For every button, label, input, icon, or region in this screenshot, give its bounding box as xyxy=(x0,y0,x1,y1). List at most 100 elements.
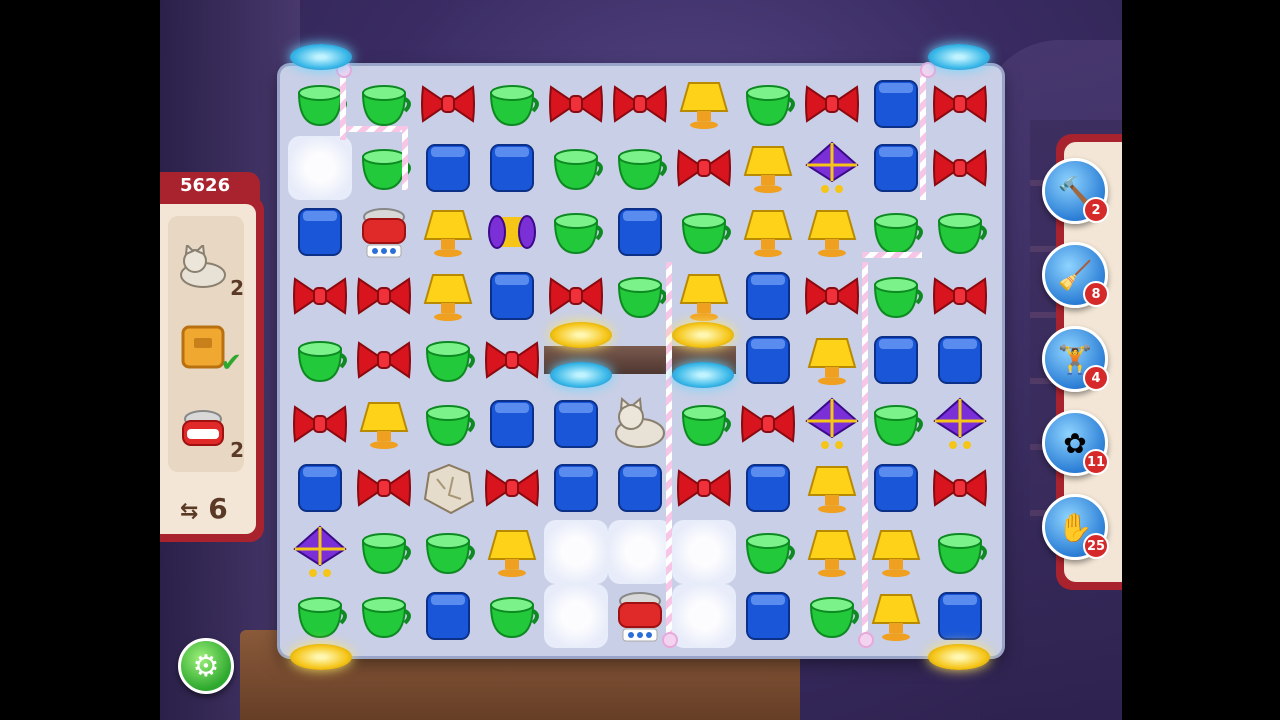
red-bow-tile[interactable] xyxy=(288,264,352,328)
yellow-lamp-tile[interactable] xyxy=(800,200,864,264)
red-bow-tile[interactable] xyxy=(800,264,864,328)
yellow-lamp-tile[interactable] xyxy=(800,328,864,392)
red-bow-tile[interactable] xyxy=(928,456,992,520)
green-cup-tile[interactable] xyxy=(480,72,544,136)
green-cup-tile[interactable] xyxy=(672,392,736,456)
spawn-portal xyxy=(290,44,352,70)
green-cup-tile[interactable] xyxy=(608,264,672,328)
green-cup-tile[interactable] xyxy=(800,584,864,648)
yellow-lamp-tile[interactable] xyxy=(672,72,736,136)
blue-book-tile[interactable] xyxy=(864,72,928,136)
glove-booster-button[interactable]: ✋ 25 xyxy=(1042,494,1109,560)
goal-cooking-pot: 2 xyxy=(170,396,244,462)
green-cup-tile[interactable] xyxy=(480,584,544,648)
green-cup-tile[interactable] xyxy=(288,584,352,648)
red-bow-tile[interactable] xyxy=(352,264,416,328)
red-bow-tile[interactable] xyxy=(480,328,544,392)
green-cup-tile[interactable] xyxy=(544,136,608,200)
green-cup-tile[interactable] xyxy=(864,392,928,456)
conveyor-rail xyxy=(862,262,868,636)
green-cup-tile[interactable] xyxy=(352,584,416,648)
blue-book-tile[interactable] xyxy=(864,136,928,200)
fog-tile xyxy=(672,520,736,584)
yellow-lamp-tile[interactable] xyxy=(480,520,544,584)
blue-book-tile[interactable] xyxy=(608,200,672,264)
exit-portal xyxy=(550,322,612,348)
blue-book-tile[interactable] xyxy=(480,392,544,456)
red-bow-tile[interactable] xyxy=(928,264,992,328)
conveyor-rail xyxy=(666,262,672,636)
red-bow-tile[interactable] xyxy=(352,456,416,520)
settings-button[interactable]: ⚙ xyxy=(178,638,234,694)
broom-booster-button[interactable]: 🧹 8 xyxy=(1042,242,1109,308)
red-bow-tile[interactable] xyxy=(544,264,608,328)
cooking-pot-tile[interactable] xyxy=(352,200,416,264)
red-bow-tile[interactable] xyxy=(544,72,608,136)
yellow-lamp-tile[interactable] xyxy=(352,392,416,456)
blue-book-tile[interactable] xyxy=(736,264,800,328)
red-bow-tile[interactable] xyxy=(288,392,352,456)
green-cup-tile[interactable] xyxy=(928,520,992,584)
blue-book-tile[interactable] xyxy=(288,200,352,264)
green-cup-tile[interactable] xyxy=(672,200,736,264)
yellow-lamp-tile[interactable] xyxy=(800,520,864,584)
green-cup-tile[interactable] xyxy=(608,136,672,200)
green-cup-tile[interactable] xyxy=(288,328,352,392)
green-cup-tile[interactable] xyxy=(416,520,480,584)
kettlebell-booster-button[interactable]: 🏋 4 xyxy=(1042,326,1109,392)
blue-book-tile[interactable] xyxy=(864,328,928,392)
blue-book-tile[interactable] xyxy=(608,456,672,520)
yellow-lamp-tile[interactable] xyxy=(416,200,480,264)
yellow-lamp-tile[interactable] xyxy=(672,264,736,328)
red-bow-tile[interactable] xyxy=(800,72,864,136)
blue-book-tile[interactable] xyxy=(544,392,608,456)
blue-book-tile[interactable] xyxy=(736,584,800,648)
red-bow-tile[interactable] xyxy=(928,72,992,136)
red-bow-tile[interactable] xyxy=(928,136,992,200)
green-cup-tile[interactable] xyxy=(864,264,928,328)
blue-book-tile[interactable] xyxy=(736,456,800,520)
yellow-lamp-tile[interactable] xyxy=(736,200,800,264)
green-cup-tile[interactable] xyxy=(928,200,992,264)
purple-kite-tile[interactable] xyxy=(288,520,352,584)
moves-counter: ⇆ 6 xyxy=(180,492,228,525)
red-bow-tile[interactable] xyxy=(608,72,672,136)
blue-book-tile[interactable] xyxy=(928,584,992,648)
red-bow-tile[interactable] xyxy=(480,456,544,520)
blue-book-tile[interactable] xyxy=(416,584,480,648)
green-cup-tile[interactable] xyxy=(736,520,800,584)
yellow-lamp-tile[interactable] xyxy=(800,456,864,520)
green-cup-tile[interactable] xyxy=(736,72,800,136)
hammer-booster-button[interactable]: 🔨 2 xyxy=(1042,158,1109,224)
goal-crate: ✔ xyxy=(170,314,242,380)
purple-kite-tile[interactable] xyxy=(800,392,864,456)
red-bow-tile[interactable] xyxy=(416,72,480,136)
red-bow-tile[interactable] xyxy=(352,328,416,392)
yellow-lamp-tile[interactable] xyxy=(736,136,800,200)
red-bow-tile[interactable] xyxy=(672,456,736,520)
green-cup-tile[interactable] xyxy=(352,520,416,584)
spool-powerup-tile[interactable] xyxy=(480,200,544,264)
cat-statue-tile[interactable] xyxy=(608,392,672,456)
red-bow-tile[interactable] xyxy=(672,136,736,200)
yellow-lamp-tile[interactable] xyxy=(864,520,928,584)
match-board[interactable] xyxy=(280,44,1002,670)
blue-book-tile[interactable] xyxy=(544,456,608,520)
green-cup-tile[interactable] xyxy=(544,200,608,264)
blue-book-tile[interactable] xyxy=(480,264,544,328)
green-cup-tile[interactable] xyxy=(416,392,480,456)
blue-book-tile[interactable] xyxy=(480,136,544,200)
blue-book-tile[interactable] xyxy=(736,328,800,392)
yellow-lamp-tile[interactable] xyxy=(416,264,480,328)
blue-book-tile[interactable] xyxy=(928,328,992,392)
blue-book-tile[interactable] xyxy=(864,456,928,520)
blue-book-tile[interactable] xyxy=(288,456,352,520)
stone-block-tile[interactable] xyxy=(416,456,480,520)
propeller-booster-button[interactable]: ✿ 11 xyxy=(1042,410,1109,476)
red-bow-tile[interactable] xyxy=(736,392,800,456)
purple-kite-tile[interactable] xyxy=(928,392,992,456)
blue-book-tile[interactable] xyxy=(416,136,480,200)
green-cup-tile[interactable] xyxy=(416,328,480,392)
conveyor-rail xyxy=(920,70,926,200)
purple-kite-tile[interactable] xyxy=(800,136,864,200)
